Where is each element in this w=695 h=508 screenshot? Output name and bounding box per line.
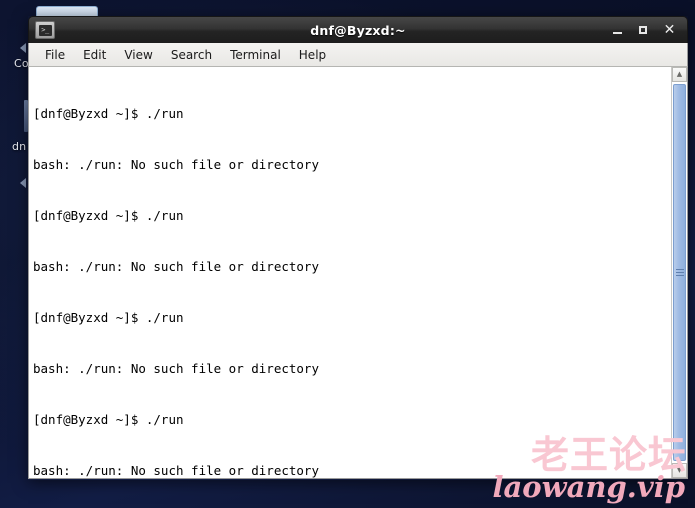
- minimize-button[interactable]: [611, 24, 624, 37]
- terminal-icon-glyph: >_: [38, 24, 52, 36]
- terminal-line: [dnf@Byzxd ~]$ ./run: [33, 106, 184, 121]
- desktop-screen: Co dn >_ dnf@Byzxd:~ ✕ File Edit View Se…: [0, 0, 695, 508]
- menu-item-help[interactable]: Help: [290, 46, 335, 64]
- desktop-marker-icon: [20, 178, 26, 188]
- terminal-line: bash: ./run: No such file or directory: [33, 463, 319, 478]
- menu-item-view[interactable]: View: [115, 46, 161, 64]
- close-button[interactable]: ✕: [663, 23, 676, 37]
- window-titlebar[interactable]: >_ dnf@Byzxd:~ ✕: [28, 16, 688, 43]
- menu-item-terminal[interactable]: Terminal: [221, 46, 290, 64]
- terminal-line: [dnf@Byzxd ~]$ ./run: [33, 412, 184, 427]
- terminal-line: bash: ./run: No such file or directory: [33, 361, 319, 376]
- menu-item-edit[interactable]: Edit: [74, 46, 115, 64]
- terminal-output[interactable]: [dnf@Byzxd ~]$ ./run bash: ./run: No suc…: [29, 67, 671, 478]
- terminal-line: [dnf@Byzxd ~]$ ./run: [33, 208, 184, 223]
- window-controls: ✕: [611, 23, 687, 37]
- scroll-down-icon[interactable]: ▼: [672, 463, 687, 478]
- menu-item-search[interactable]: Search: [162, 46, 221, 64]
- scroll-up-icon[interactable]: ▲: [672, 67, 687, 82]
- menu-item-file[interactable]: File: [36, 46, 74, 64]
- terminal-line: bash: ./run: No such file or directory: [33, 157, 319, 172]
- desktop-marker-icon: [20, 43, 26, 53]
- scrollbar-thumb[interactable]: [673, 84, 686, 461]
- terminal-line: [dnf@Byzxd ~]$ ./run: [33, 310, 184, 325]
- scrollbar-track[interactable]: [672, 82, 687, 463]
- terminal-body[interactable]: [dnf@Byzxd ~]$ ./run bash: ./run: No suc…: [28, 67, 688, 479]
- terminal-window[interactable]: >_ dnf@Byzxd:~ ✕ File Edit View Search T…: [28, 16, 688, 480]
- terminal-scrollbar[interactable]: ▲ ▼: [671, 67, 687, 478]
- scrollbar-grip-icon: [675, 269, 684, 276]
- terminal-icon: >_: [35, 21, 55, 39]
- window-title: dnf@Byzxd:~: [310, 22, 406, 38]
- menu-bar: File Edit View Search Terminal Help: [28, 43, 688, 67]
- maximize-button[interactable]: [637, 24, 650, 37]
- terminal-line: bash: ./run: No such file or directory: [33, 259, 319, 274]
